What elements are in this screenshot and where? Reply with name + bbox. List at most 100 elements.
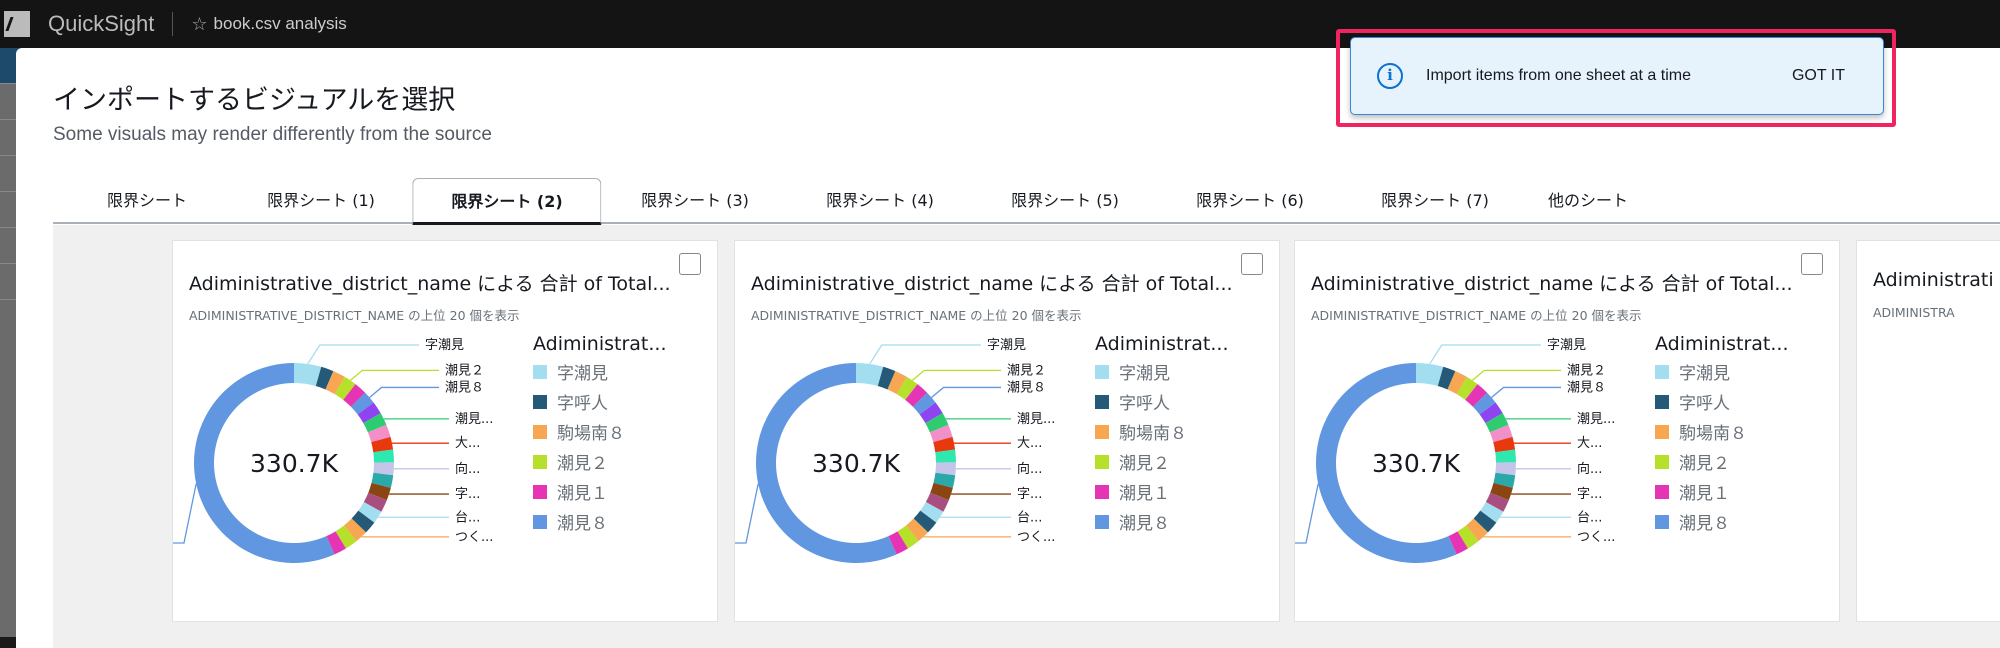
visual-card[interactable]: Adiministrative_district_name による 合計 of …	[734, 240, 1280, 622]
select-visual-checkbox[interactable]	[679, 253, 701, 275]
legend-item[interactable]: 駒場南８	[1655, 419, 1747, 444]
slice-label: 潮見８	[1007, 380, 1046, 395]
legend-item[interactable]: 字潮見	[533, 359, 608, 384]
tab-sheet-2[interactable]: 限界シート (2)	[412, 178, 602, 225]
dialog-title: インポートするビジュアルを選択	[53, 85, 456, 116]
tab-sheet-8[interactable]: 他のシート	[1548, 178, 1628, 224]
legend-swatch	[1655, 514, 1669, 529]
legend-item[interactable]: 潮見２	[1655, 449, 1730, 474]
legend-swatch	[1655, 364, 1669, 379]
slice-leader-line	[735, 483, 759, 544]
slice-label: 字潮見	[987, 338, 1026, 353]
donut-chart	[1857, 331, 2000, 621]
legend-label: 潮見１	[1679, 484, 1730, 504]
legend-item[interactable]: 潮見２	[1095, 449, 1170, 474]
legend-item[interactable]: 潮見１	[1095, 479, 1170, 504]
legend-label: 潮見２	[1679, 454, 1730, 474]
donut-chart: 字潮見潮見２潮見８潮見...大...向...字...台...つく...そ...3…	[735, 338, 1055, 563]
tab-sheet-3[interactable]: 限界シート (3)	[641, 178, 749, 224]
legend-swatch	[533, 364, 547, 379]
donut-chart: 字潮見潮見２潮見８潮見...大...向...字...台...つく...そ...3…	[173, 338, 493, 563]
legend-label: 字呼人	[1679, 394, 1730, 414]
legend-item[interactable]: 潮見８	[1095, 509, 1170, 534]
slice-label: 潮見...	[1577, 412, 1615, 427]
visual-subtitle: ADIMINISTRATIVE_DISTRICT_NAME の上位 20 個を表…	[751, 308, 1082, 323]
dialog-subtitle: Some visuals may render differently from…	[53, 124, 492, 145]
got-it-button[interactable]: GOT IT	[1792, 67, 1845, 85]
legend-swatch	[533, 514, 547, 529]
legend-label: 潮見２	[1119, 454, 1170, 474]
visual-card[interactable]: Adiministrative_district_name による 合計 of …	[1294, 240, 1840, 622]
legend-swatch	[533, 454, 547, 469]
donut-chart: 字潮見潮見２潮見８潮見...大...向...字...台...つく...そ...3…	[1295, 338, 1615, 563]
legend-swatch	[1095, 394, 1109, 409]
slice-label: 台...	[1017, 510, 1042, 525]
legend-item[interactable]: 字潮見	[1655, 359, 1730, 384]
slice-leader-line	[349, 369, 439, 381]
brand-name: QuickSight	[48, 11, 155, 36]
slice-leader-line	[1295, 483, 1319, 544]
tab-sheet-4[interactable]: 限界シート (4)	[826, 178, 934, 224]
visual-title: Adiministrative_district_name による 合計 of …	[1311, 273, 1793, 295]
legend-swatch	[533, 484, 547, 499]
slice-label: 潮見...	[1017, 412, 1055, 427]
legend-item[interactable]: 字呼人	[1655, 389, 1730, 414]
tab-sheet-7[interactable]: 限界シート (7)	[1381, 178, 1489, 224]
donut-total: 330.7K	[1372, 449, 1461, 478]
slice-label: 向...	[1017, 461, 1042, 477]
slice-label: 潮見８	[1567, 380, 1606, 395]
quicksight-logo-icon[interactable]	[4, 11, 30, 37]
tab-sheet-6[interactable]: 限界シート (6)	[1196, 178, 1304, 224]
slice-label: 潮見８	[445, 380, 484, 395]
tab-sheet-0[interactable]: 限界シート	[107, 178, 187, 224]
slice-leader-line	[1429, 344, 1541, 365]
legend-swatch	[1095, 484, 1109, 499]
legend-label: 字潮見	[1119, 364, 1170, 384]
visuals-grid: Adiministrative_district_name による 合計 of …	[53, 225, 2000, 648]
visual-subtitle: ADIMINISTRATIVE_DISTRICT_NAME の上位 20 個を表…	[1311, 308, 1642, 323]
legend-item[interactable]: 潮見８	[1655, 509, 1730, 534]
slice-leader-line	[1471, 369, 1561, 381]
legend-item[interactable]: 潮見２	[533, 449, 608, 474]
donut-total: 330.7K	[250, 449, 339, 478]
legend-swatch	[1655, 424, 1669, 439]
legend-item[interactable]: 駒場南８	[1095, 419, 1187, 444]
legend-item[interactable]: 潮見８	[533, 509, 608, 534]
legend-item[interactable]: 潮見１	[533, 479, 608, 504]
visual-card[interactable]: Adiministrati ADIMINISTRA	[1856, 240, 2000, 622]
legend-item[interactable]: 字呼人	[533, 389, 608, 414]
sheet-tabs: 限界シート 限界シート (1) 限界シート (2) 限界シート (3) 限界シート (4…	[53, 178, 2000, 225]
legend-swatch	[1095, 424, 1109, 439]
legend-label: 潮見８	[557, 514, 608, 534]
select-visual-checkbox[interactable]	[1801, 253, 1823, 275]
tab-sheet-1[interactable]: 限界シート (1)	[267, 178, 375, 224]
divider	[172, 12, 174, 36]
legend-item[interactable]: 字呼人	[1095, 389, 1170, 414]
legend-item[interactable]: 字潮見	[1095, 359, 1170, 384]
visual-title: Adiministrative_district_name による 合計 of …	[751, 273, 1233, 295]
visual-title: Adiministrati	[1873, 269, 1994, 291]
visual-card[interactable]: Adiministrative_district_name による 合計 of …	[172, 240, 718, 622]
legend-label: 潮見２	[557, 454, 608, 474]
legend-swatch	[1095, 514, 1109, 529]
donut-total: 330.7K	[812, 449, 901, 478]
legend-item[interactable]: 潮見１	[1655, 479, 1730, 504]
slice-label: 潮見２	[1567, 363, 1606, 378]
slice-leader-line	[1491, 386, 1561, 398]
star-icon[interactable]: ☆	[191, 14, 207, 35]
legend-item[interactable]: 駒場南８	[533, 419, 625, 444]
slice-label: 字潮見	[1547, 338, 1586, 353]
slice-leader-line	[911, 369, 1001, 381]
slice-label: 台...	[1577, 510, 1602, 525]
slice-label: 潮見...	[455, 412, 493, 427]
legend-label: 潮見１	[557, 484, 608, 504]
select-visual-checkbox[interactable]	[1241, 253, 1263, 275]
legend-label: 潮見８	[1119, 514, 1170, 534]
slice-leader-line	[869, 344, 981, 365]
analysis-title[interactable]: book.csv analysis	[214, 14, 347, 34]
tab-sheet-5[interactable]: 限界シート (5)	[1011, 178, 1119, 224]
toast-message: Import items from one sheet at a time	[1426, 67, 1691, 84]
legend-title: Adiministrat...	[1095, 333, 1229, 355]
slice-label: つく...	[1017, 530, 1055, 545]
legend-swatch	[1655, 394, 1669, 409]
